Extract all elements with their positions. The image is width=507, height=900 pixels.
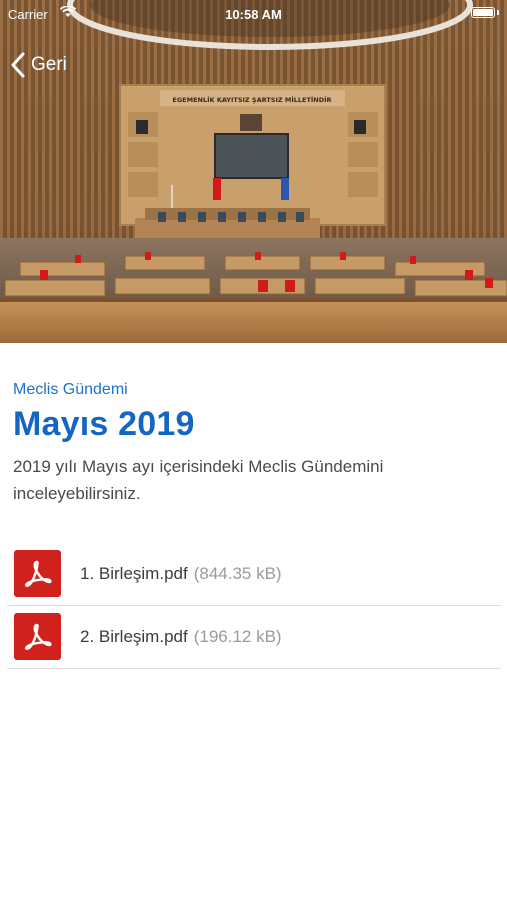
battery-cap: [497, 10, 499, 15]
file-row[interactable]: 1. Birleşim.pdf (844.35 kB): [7, 543, 501, 606]
file-size: (844.35 kB): [193, 564, 282, 583]
file-name: 1. Birleşim.pdf: [80, 564, 188, 583]
page-title: Mayıs 2019: [13, 405, 195, 443]
battery-icon: [471, 7, 495, 18]
file-list: 1. Birleşim.pdf (844.35 kB) 2. Birleşim.p…: [7, 543, 501, 669]
assembly-hall-illustration: EGEMENLİK KAYITSIZ ŞARTSIZ MİLLETİNDİR: [0, 0, 507, 343]
category-label: Meclis Gündemi: [13, 381, 128, 398]
hero-image: EGEMENLİK KAYITSIZ ŞARTSIZ MİLLETİNDİR C…: [0, 0, 507, 343]
wall-inscription: EGEMENLİK KAYITSIZ ŞARTSIZ MİLLETİNDİR: [172, 95, 331, 104]
pdf-icon: [14, 550, 61, 597]
page-description: 2019 yılı Mayıs ayı içerisindeki Meclis …: [13, 457, 384, 503]
status-bar: Carrier 10:58 AM: [0, 0, 507, 28]
file-name: 2. Birleşim.pdf: [80, 627, 188, 646]
back-button[interactable]: Geri: [10, 50, 67, 80]
file-row[interactable]: 2. Birleşim.pdf (196.12 kB): [7, 606, 501, 669]
chevron-left-icon: [11, 52, 25, 78]
back-button-label: Geri: [31, 54, 67, 75]
status-time: 10:58 AM: [225, 7, 282, 22]
file-size: (196.12 kB): [193, 627, 282, 646]
pdf-icon: [14, 613, 61, 660]
